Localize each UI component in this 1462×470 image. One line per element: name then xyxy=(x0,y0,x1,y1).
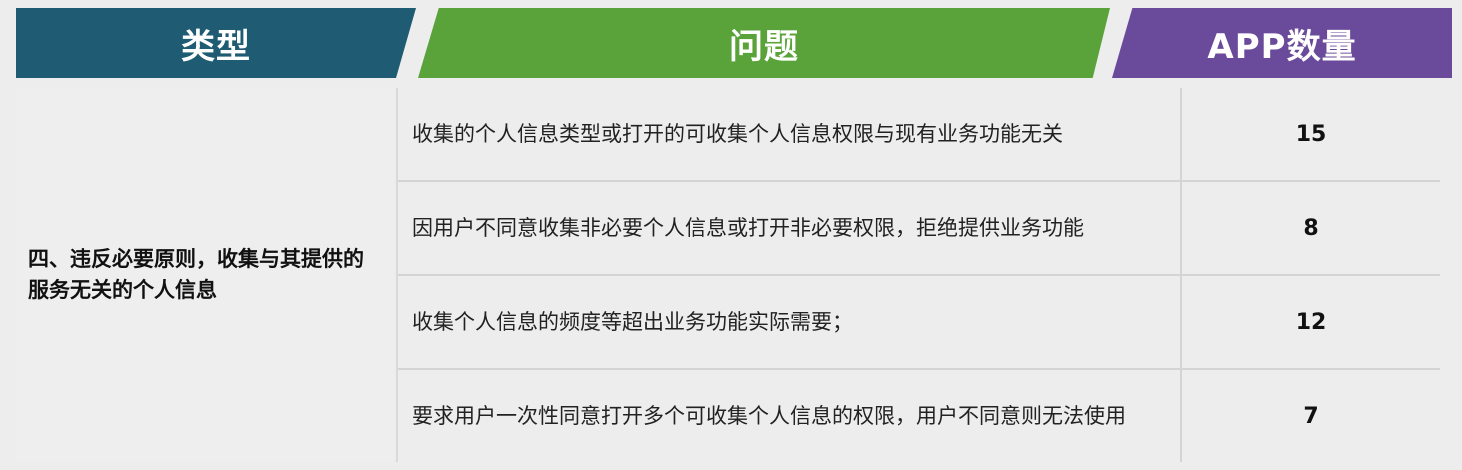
count-cell: 8 xyxy=(1303,215,1319,241)
header-type-label: 类型 xyxy=(181,26,251,67)
issue-text: 收集的个人信息类型或打开的可收集个人信息权限与现有业务功能无关 xyxy=(412,121,1063,146)
table-row: 因用户不同意收集非必要个人信息或打开非必要权限，拒绝提供业务功能 8 xyxy=(398,182,1440,276)
header-app-count-label: APP数量 xyxy=(1207,26,1357,67)
issue-table: 收集的个人信息类型或打开的可收集个人信息权限与现有业务功能无关 15 因用户不同… xyxy=(396,88,1440,462)
count-cell: 12 xyxy=(1295,309,1327,335)
issue-cell: 要求用户一次性同意打开多个可收集个人信息的权限，用户不同意则无法使用 xyxy=(398,370,1182,462)
count-cell: 15 xyxy=(1295,121,1327,147)
issue-text: 要求用户一次性同意打开多个可收集个人信息的权限，用户不同意则无法使用 xyxy=(412,403,1126,428)
table-row: 收集的个人信息类型或打开的可收集个人信息权限与现有业务功能无关 15 xyxy=(398,88,1440,182)
table-row: 收集个人信息的频度等超出业务功能实际需要； 12 xyxy=(398,276,1440,370)
issue-cell: 因用户不同意收集非必要个人信息或打开非必要权限，拒绝提供业务功能 xyxy=(398,182,1182,274)
issue-cell: 收集的个人信息类型或打开的可收集个人信息权限与现有业务功能无关 xyxy=(398,88,1182,180)
header-issue-label: 问题 xyxy=(729,26,799,67)
issue-text: 因用户不同意收集非必要个人信息或打开非必要权限，拒绝提供业务功能 xyxy=(412,215,1084,240)
table-row: 要求用户一次性同意打开多个可收集个人信息的权限，用户不同意则无法使用 7 xyxy=(398,370,1440,462)
count-cell: 7 xyxy=(1303,403,1319,429)
category-text: 四、违反必要原则，收集与其提供的服务无关的个人信息 xyxy=(28,247,364,302)
header-type: 类型 xyxy=(16,8,416,78)
issue-text: 收集个人信息的频度等超出业务功能实际需要； xyxy=(412,309,853,334)
header-app-count: APP数量 xyxy=(1112,8,1452,78)
header-issue: 问题 xyxy=(418,8,1110,78)
issue-cell: 收集个人信息的频度等超出业务功能实际需要； xyxy=(398,276,1182,368)
category-cell: 四、违反必要原则，收集与其提供的服务无关的个人信息 xyxy=(16,88,394,462)
